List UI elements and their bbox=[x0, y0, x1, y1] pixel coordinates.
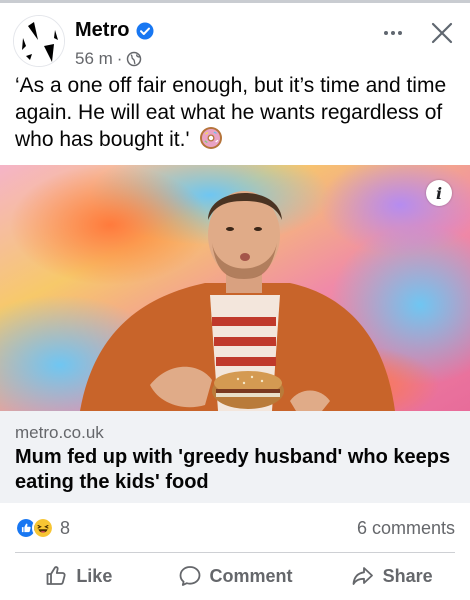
comment-button[interactable]: Comment bbox=[157, 556, 314, 596]
post-caption: ‘As a one off fair enough, but it’s time… bbox=[15, 72, 457, 153]
man-eating-burger-image bbox=[0, 165, 470, 411]
post-time[interactable]: 56 m bbox=[75, 49, 113, 69]
info-icon[interactable]: i bbox=[426, 180, 452, 206]
metro-logo-icon bbox=[14, 16, 64, 66]
share-arrow-icon bbox=[352, 567, 373, 585]
like-label: Like bbox=[76, 565, 113, 586]
globe-icon bbox=[127, 51, 142, 67]
comment-bubble-icon bbox=[179, 566, 200, 586]
comment-label: Comment bbox=[209, 565, 293, 586]
comment-count[interactable]: 6 comments bbox=[357, 518, 455, 539]
more-dot-icon bbox=[391, 31, 395, 35]
verified-badge-icon bbox=[136, 22, 154, 40]
page-avatar[interactable] bbox=[13, 15, 65, 67]
reaction-count[interactable]: 8 bbox=[60, 518, 70, 539]
post-meta: 56 m · bbox=[75, 49, 142, 69]
action-bar: Like Comment Share bbox=[0, 556, 470, 596]
caption-text: ‘As a one off fair enough, but it’s time… bbox=[15, 74, 447, 151]
page-name[interactable]: Metro bbox=[75, 19, 129, 42]
article-image[interactable] bbox=[0, 165, 470, 411]
action-divider bbox=[15, 552, 455, 553]
share-label: Share bbox=[382, 565, 433, 586]
doughnut-emoji-icon bbox=[200, 127, 223, 149]
link-domain: metro.co.uk bbox=[15, 423, 104, 442]
more-options-button[interactable] bbox=[378, 21, 408, 45]
like-button[interactable]: Like bbox=[0, 556, 157, 596]
meta-separator: · bbox=[116, 49, 123, 68]
more-dot-icon bbox=[398, 31, 402, 35]
reaction-icons[interactable] bbox=[15, 517, 54, 539]
post-header: Metro 56 m · bbox=[0, 3, 470, 68]
link-headline: Mum fed up with 'greedy husband' who kee… bbox=[15, 446, 451, 493]
reactions-bar: 8 6 comments bbox=[0, 510, 470, 546]
close-icon[interactable] bbox=[428, 19, 456, 47]
haha-reaction-icon bbox=[32, 517, 54, 539]
thumbs-up-icon bbox=[46, 566, 66, 585]
more-dot-icon bbox=[384, 31, 388, 35]
link-preview[interactable]: metro.co.uk Mum fed up with 'greedy husb… bbox=[0, 411, 470, 503]
share-button[interactable]: Share bbox=[313, 556, 470, 596]
